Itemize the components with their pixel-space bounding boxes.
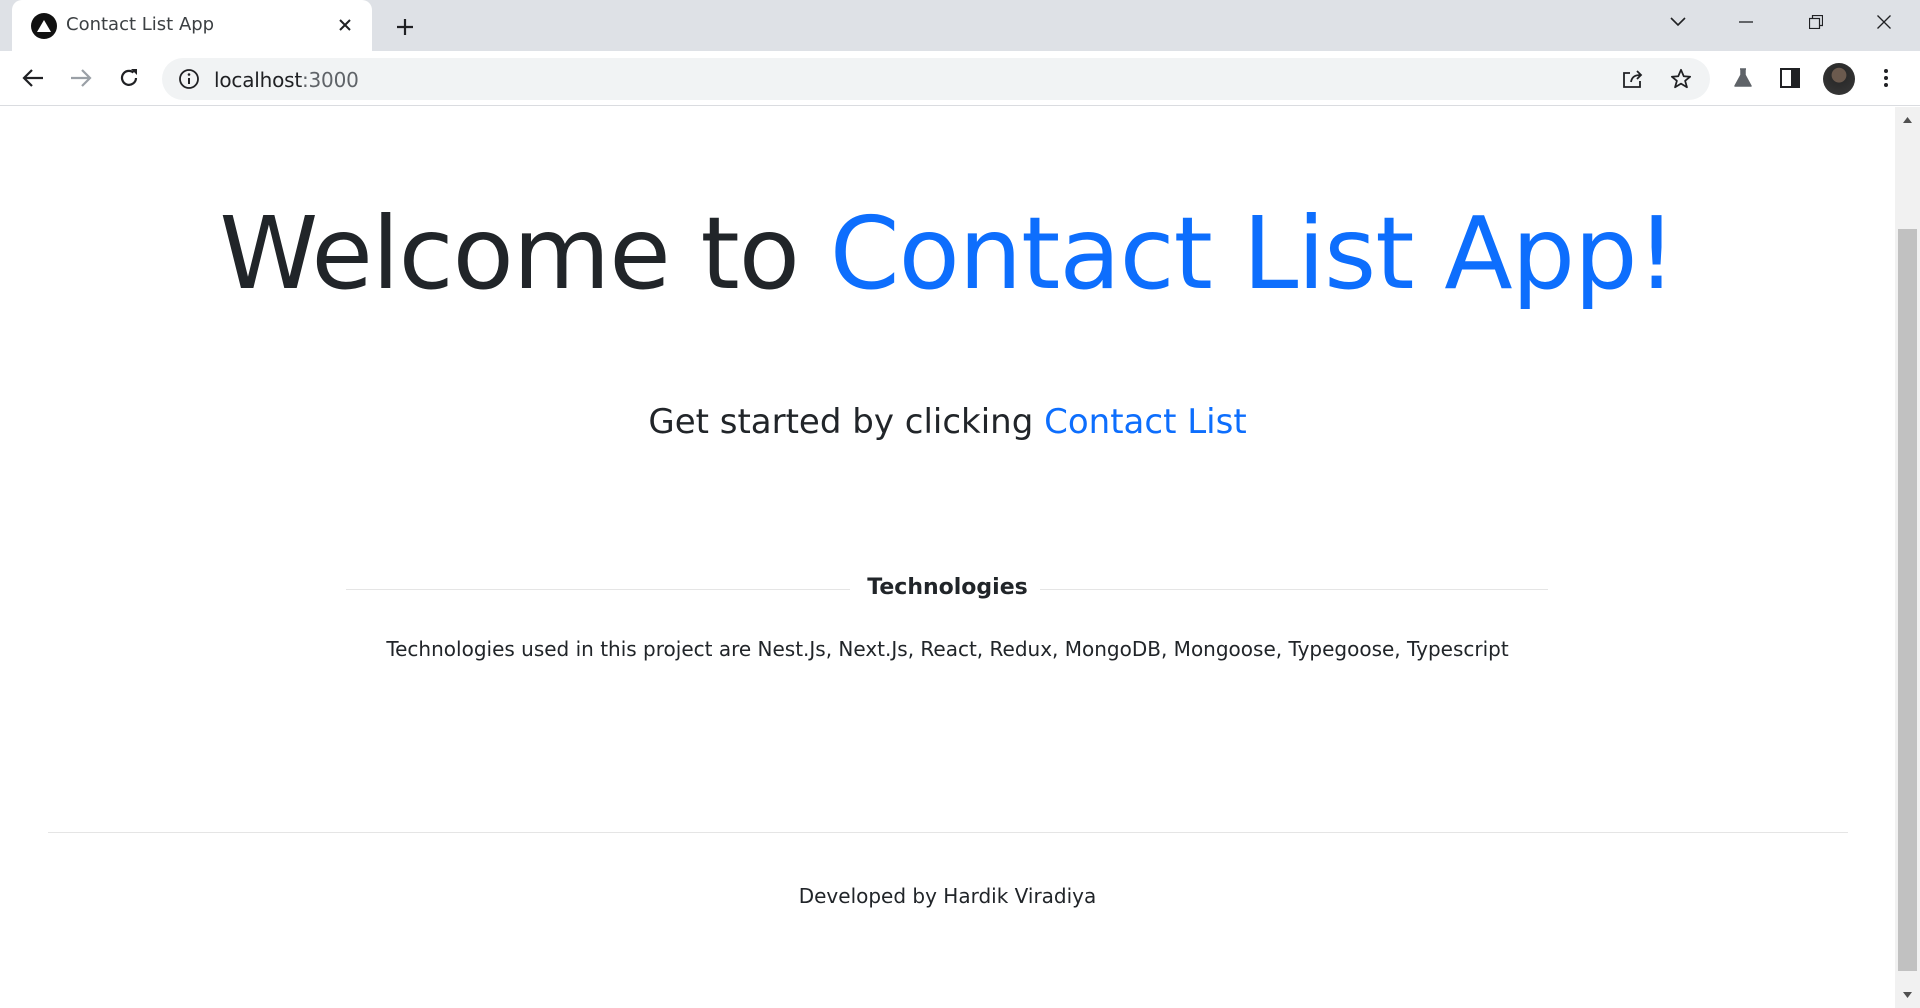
footer-credit: Developed by Hardik Viradiya [798, 884, 1097, 908]
page-title: Welcome to Contact List App! [0, 195, 1895, 312]
profile-avatar[interactable] [1823, 63, 1855, 95]
title-accent: Contact List App! [829, 195, 1677, 312]
title-prefix: Welcome to [219, 195, 800, 312]
plus-icon[interactable] [389, 11, 421, 43]
scroll-down-arrow-icon[interactable] [1899, 988, 1916, 1002]
scrollbar-thumb[interactable] [1898, 229, 1917, 971]
share-icon[interactable] [1620, 66, 1646, 92]
tab-strip: Contact List App [0, 0, 1920, 51]
minimize-icon[interactable] [1716, 0, 1776, 44]
technologies-heading: Technologies [867, 575, 1028, 600]
get-started-prefix: Get started by clicking [648, 402, 1034, 442]
close-icon[interactable] [332, 12, 358, 38]
star-icon[interactable] [1668, 66, 1694, 92]
reload-icon[interactable] [111, 60, 147, 96]
get-started-text: Get started by clicking Contact List [0, 402, 1895, 442]
side-panel-icon[interactable] [1774, 62, 1806, 94]
close-window-icon[interactable] [1854, 0, 1914, 44]
browser-tab[interactable]: Contact List App [12, 0, 372, 51]
tab-search-chevron-down-icon[interactable] [1648, 0, 1708, 44]
flask-icon[interactable] [1727, 62, 1759, 94]
page-content: Welcome to Contact List App! Get started… [0, 107, 1895, 1008]
url-host: localhost [214, 68, 302, 92]
url-port: :3000 [301, 68, 359, 92]
info-icon[interactable] [178, 68, 200, 90]
tab-title: Contact List App [66, 14, 215, 35]
triangle-logo-icon [31, 13, 57, 39]
url-text: localhost:3000 [214, 68, 359, 92]
contact-list-link[interactable]: Contact List [1044, 402, 1247, 442]
arrow-right-icon[interactable] [63, 60, 99, 96]
footer-divider [48, 832, 1848, 833]
restore-icon[interactable] [1786, 0, 1846, 44]
kebab-menu-icon[interactable] [1870, 62, 1902, 94]
browser-toolbar: localhost:3000 [0, 51, 1920, 106]
scroll-up-arrow-icon[interactable] [1899, 113, 1916, 127]
address-bar[interactable]: localhost:3000 [162, 58, 1710, 100]
technologies-text: Technologies used in this project are Ne… [386, 637, 1509, 661]
arrow-left-icon[interactable] [15, 60, 51, 96]
